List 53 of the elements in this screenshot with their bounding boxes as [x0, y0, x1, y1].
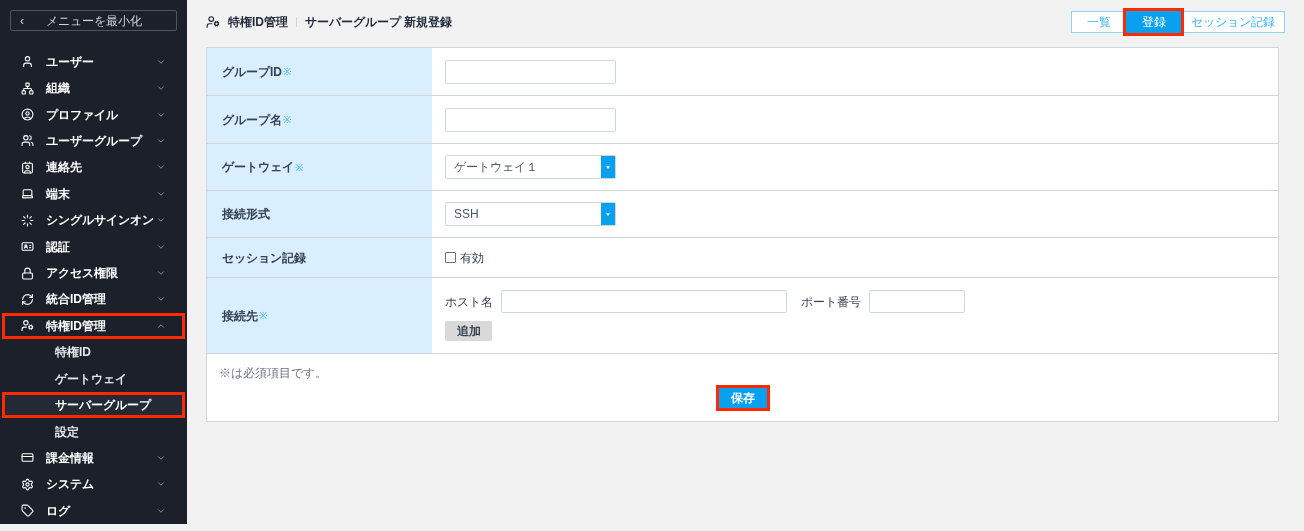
- checkbox-label: 有効: [460, 249, 484, 267]
- sidebar-item[interactable]: アクセス権限: [2, 259, 185, 287]
- sidebar-label: プロファイル: [46, 106, 119, 124]
- sidebar-item[interactable]: システム: [2, 471, 185, 498]
- sidebar-label: 統合ID管理: [46, 291, 107, 309]
- sidebar-item[interactable]: ログ: [2, 497, 185, 525]
- dropdown[interactable]: SSH: [445, 202, 616, 226]
- sidebar-label: システム: [46, 476, 95, 494]
- form-label: グループID: [222, 63, 282, 81]
- sidebar-item[interactable]: 認証: [2, 233, 185, 260]
- form-label: グループ名: [222, 111, 282, 129]
- sidebar-subitem[interactable]: 設定: [2, 418, 185, 445]
- required-note: ※は必須項目です。: [219, 365, 328, 382]
- form-label: 接続先: [222, 307, 258, 325]
- sidebar-label: シングルサインオン: [46, 212, 155, 230]
- section-title: 特権ID管理: [228, 14, 288, 31]
- sidebar-item[interactable]: ユーザー: [2, 48, 185, 75]
- sidebar-subitem[interactable]: ゲートウェイ: [2, 365, 185, 392]
- sidebar-item[interactable]: 課金情報: [2, 444, 185, 472]
- sidebar-item[interactable]: ユーザーグループ: [2, 127, 185, 155]
- form-label: セッション記録: [222, 249, 306, 267]
- sidebar-label: 認証: [46, 238, 71, 256]
- host-label: ホスト名: [445, 293, 493, 311]
- collapse-menu-button[interactable]: ‹ メニューを最小化: [10, 10, 177, 32]
- sidebar-label: アクセス権限: [46, 265, 119, 283]
- dropdown[interactable]: ゲートウェイ１: [445, 155, 616, 179]
- required-mark: ※: [283, 113, 291, 127]
- form-label: 接続形式: [222, 206, 270, 223]
- sidebar-item[interactable]: 組織: [2, 74, 185, 102]
- sidebar-label: 特権ID管理: [46, 317, 107, 335]
- sidebar-label: ユーザー: [46, 53, 95, 71]
- sidebar-item[interactable]: 特権ID管理: [2, 312, 185, 340]
- sidebar-label: 連絡先: [46, 159, 83, 177]
- sidebar-label: 課金情報: [46, 450, 95, 467]
- sidebar-item[interactable]: プロファイル: [2, 101, 185, 128]
- sidebar-item[interactable]: 端末: [2, 180, 185, 207]
- required-mark: ※: [283, 65, 291, 79]
- required-mark: ※: [259, 309, 267, 323]
- sidebar-subitem[interactable]: 特権ID: [2, 339, 185, 366]
- sidebar-label: 端末: [46, 185, 71, 203]
- required-mark: ※: [295, 160, 303, 175]
- form-label: ゲートウェイ: [222, 159, 294, 176]
- sidebar-label: ユーザーグループ: [46, 132, 144, 150]
- sidebar-item[interactable]: 連絡先: [2, 154, 185, 181]
- sidebar-item[interactable]: 統合ID管理: [2, 286, 185, 313]
- page-title: サーバーグループ 新規登録: [305, 14, 453, 31]
- checkbox-option[interactable]: 有効: [445, 248, 484, 267]
- sidebar-subitem[interactable]: サーバーグループ: [2, 391, 185, 419]
- sidebar-item[interactable]: シングルサインオン: [2, 207, 185, 234]
- sidebar-label: 組織: [46, 80, 71, 98]
- sidebar-label: ログ: [46, 502, 72, 520]
- port-label: ポート番号: [801, 293, 861, 311]
- add-button[interactable]: 追加: [445, 321, 492, 341]
